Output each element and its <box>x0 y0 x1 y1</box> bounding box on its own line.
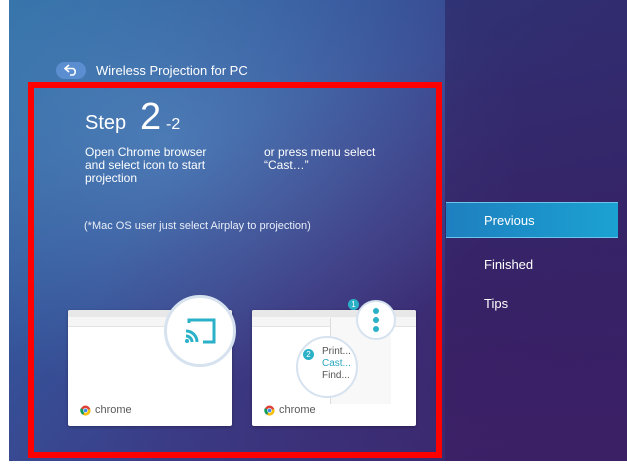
dot-icon <box>373 308 379 314</box>
chrome-label: chrome <box>279 404 316 416</box>
step-sub-number: -2 <box>166 116 181 133</box>
menu-item-finished[interactable]: Finished <box>446 246 618 282</box>
chrome-logo-icon <box>264 405 275 416</box>
chrome-brand: chrome <box>264 404 316 416</box>
title-bar: Wireless Projection for PC <box>56 60 248 80</box>
cast-icon <box>185 318 216 344</box>
dot-icon <box>373 326 379 332</box>
menu-print: Print... <box>322 346 351 357</box>
page-title: Wireless Projection for PC <box>96 62 248 78</box>
step-number: 2 <box>140 96 162 138</box>
menu-cast: Cast... <box>322 358 351 369</box>
step-badge-2: 2 <box>303 349 314 360</box>
chrome-brand: chrome <box>80 404 132 416</box>
chrome-logo-icon <box>80 405 91 416</box>
step-badge-1: 1 <box>348 299 359 310</box>
back-arrow-icon <box>64 64 76 76</box>
chrome-label: chrome <box>95 404 132 416</box>
dot-icon <box>373 317 379 323</box>
mac-note: (*Mac OS user just select Airplay to pro… <box>84 220 311 232</box>
instruction-right: or press menu select “Cast…” <box>264 145 376 172</box>
menu-find: Find... <box>322 370 350 381</box>
menu-dots-bubble <box>356 300 396 340</box>
back-button[interactable] <box>56 61 86 79</box>
cast-bubble <box>164 295 236 367</box>
step-label: Step <box>85 112 127 134</box>
menu-item-tips[interactable]: Tips <box>446 285 618 321</box>
menu-item-previous[interactable]: Previous <box>446 202 618 238</box>
instruction-left: Open Chrome browser and select icon to s… <box>85 145 207 185</box>
